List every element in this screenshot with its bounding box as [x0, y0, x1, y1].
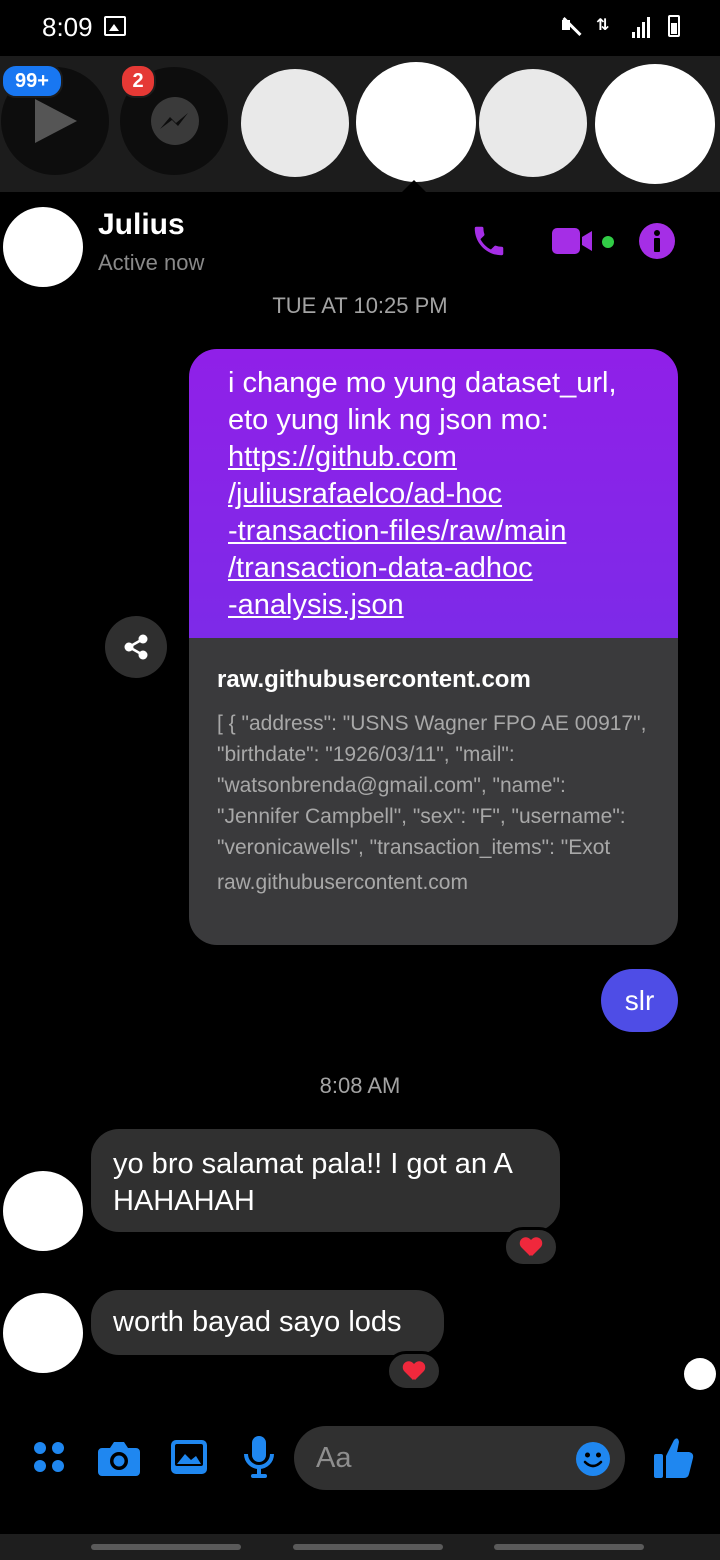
messenger-badge: 2 — [120, 64, 156, 98]
camera-icon[interactable] — [98, 1440, 140, 1476]
heart-icon — [403, 1362, 425, 1382]
nav-home[interactable] — [293, 1544, 443, 1550]
outgoing-message-bubble[interactable]: i change mo yung dataset_url, eto yung l… — [189, 349, 678, 638]
sender-avatar[interactable] — [3, 1293, 83, 1373]
incoming-message-bubble[interactable]: yo bro salamat pala!! I got an A HAHAHAH — [91, 1129, 560, 1232]
data-transfer-icon: ⇅ — [596, 17, 610, 34]
panel-pointer — [400, 180, 428, 194]
thumbs-up-icon[interactable] — [654, 1436, 694, 1478]
message-text: worth bayad sayo lods — [113, 1306, 402, 1338]
contact-avatar[interactable] — [3, 207, 83, 287]
info-icon[interactable] — [639, 223, 675, 259]
link-line: /transaction-data-adhoc — [228, 552, 533, 584]
share-icon — [124, 634, 148, 660]
link-preview-card[interactable]: raw.githubusercontent.com [ { "address":… — [189, 638, 678, 945]
reaction-badge[interactable] — [386, 1351, 442, 1391]
signal-icon — [632, 14, 654, 38]
link-preview-snippet: [ { "address": "USNS Wagner FPO AE 00917… — [217, 712, 647, 859]
timestamp-divider: 8:08 AM — [319, 1073, 401, 1098]
link-line: /juliusrafaelco/ad-hoc — [228, 478, 503, 510]
link-line: -analysis.json — [228, 589, 404, 621]
play-icon — [35, 99, 77, 143]
link-line: -transaction-files/raw/main — [228, 515, 567, 547]
share-button[interactable] — [105, 616, 167, 678]
unread-badge: 99+ — [1, 64, 63, 98]
messenger-icon — [151, 97, 199, 145]
nav-recents[interactable] — [91, 1544, 241, 1550]
nav-back[interactable] — [494, 1544, 644, 1550]
contact-name[interactable]: Julius — [98, 208, 185, 242]
reaction-badge[interactable] — [503, 1227, 559, 1267]
link-preview-title: raw.githubusercontent.com — [217, 666, 531, 693]
active-status: Active now — [98, 250, 205, 275]
gallery-icon[interactable] — [171, 1440, 207, 1474]
timestamp-divider: TUE AT 10:25 PM — [272, 293, 448, 318]
read-receipt-avatar — [684, 1358, 716, 1390]
status-icons: ⇅ — [560, 14, 680, 38]
link-line: https://github.com — [228, 441, 457, 473]
chat-head-contact-4[interactable] — [595, 64, 715, 184]
heart-icon — [520, 1238, 542, 1258]
link-preview-domain: raw.githubusercontent.com — [217, 871, 468, 894]
video-active-indicator — [602, 236, 614, 248]
incoming-message-bubble[interactable]: worth bayad sayo lods — [91, 1290, 444, 1355]
microphone-icon[interactable] — [244, 1436, 274, 1478]
image-notification-icon — [104, 16, 126, 36]
video-call-icon[interactable] — [552, 226, 596, 256]
menu-grid-icon[interactable] — [32, 1440, 68, 1476]
outgoing-message-bubble[interactable]: slr — [601, 969, 678, 1032]
chat-head-julius[interactable] — [356, 62, 476, 182]
mute-icon — [560, 14, 582, 38]
message-text: i change mo yung dataset_url, eto yung l… — [228, 367, 617, 436]
emoji-icon[interactable] — [576, 1442, 610, 1476]
chat-head-contact-3[interactable] — [479, 69, 587, 177]
phone-icon[interactable] — [470, 222, 508, 260]
sender-avatar[interactable] — [3, 1171, 83, 1251]
status-time: 8:09 — [42, 12, 93, 42]
message-text: yo bro salamat pala!! I got an A HAHAHAH — [113, 1148, 512, 1217]
message-link[interactable]: https://github.com /juliusrafaelco/ad-ho… — [228, 439, 654, 624]
chat-head-contact-1[interactable] — [241, 69, 349, 177]
battery-icon — [668, 15, 680, 37]
